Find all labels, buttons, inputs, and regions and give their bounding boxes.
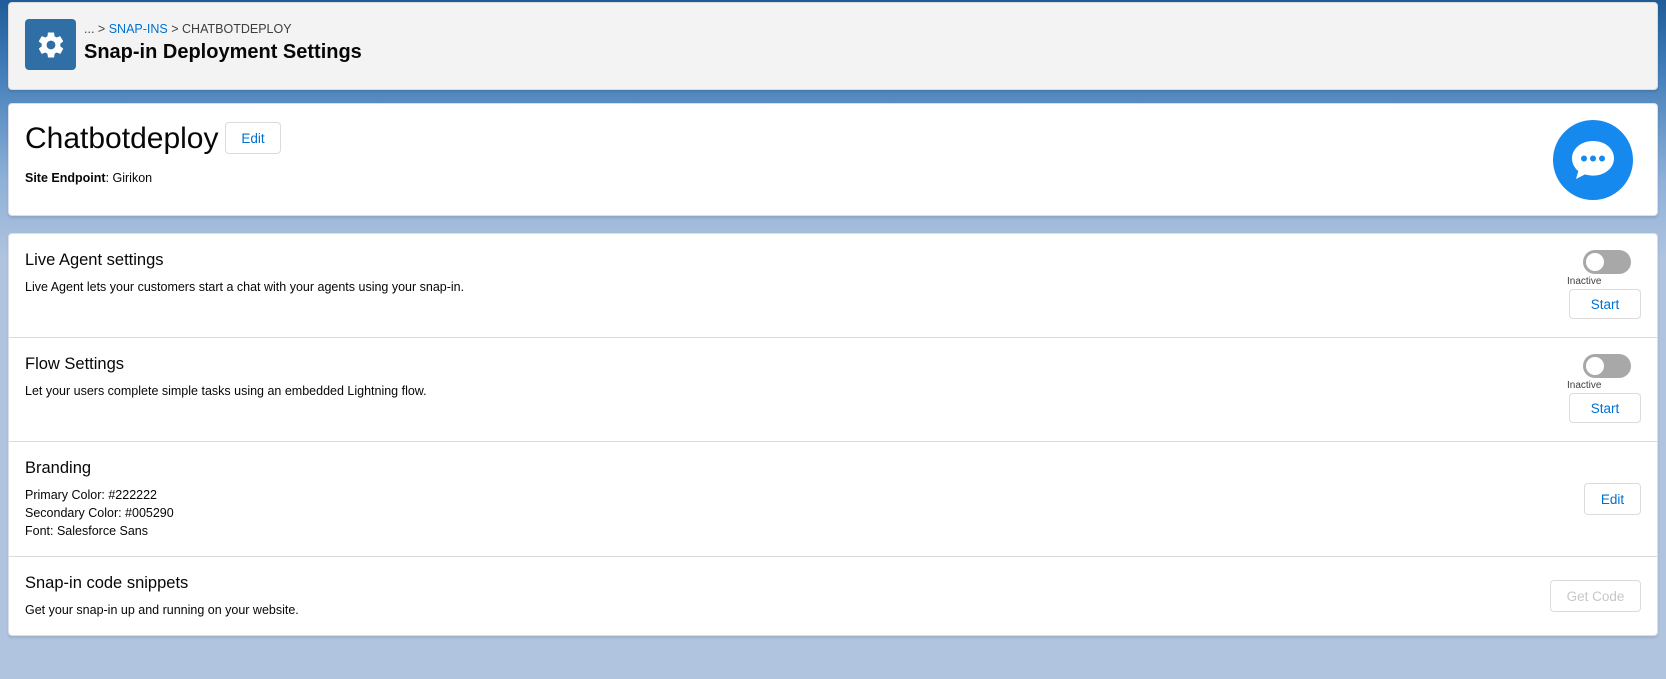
font-setting: Font: Salesforce Sans (25, 524, 148, 538)
breadcrumb-current: CHATBOTDEPLOY (182, 22, 292, 36)
breadcrumb-separator: > (97, 22, 106, 36)
status-label: Inactive (1567, 380, 1602, 391)
primary-color: Primary Color: #222222 (25, 488, 158, 502)
flow-start-button[interactable]: Start (1569, 393, 1641, 423)
secondary-color: Secondary Color: #005290 (25, 506, 174, 520)
get-code-button[interactable]: Get Code (1550, 580, 1641, 612)
page-header: ... > SNAP-INS > CHATBOTDEPLOY Snap-in D… (8, 2, 1658, 90)
status-label: Inactive (1567, 276, 1602, 287)
edit-record-button[interactable]: Edit (225, 122, 281, 154)
branding-edit-button[interactable]: Edit (1584, 483, 1641, 515)
section-description: Live Agent lets your customers start a c… (25, 280, 465, 294)
section-title: Branding (25, 459, 92, 477)
flow-toggle[interactable] (1583, 354, 1631, 378)
branding-section: Branding Primary Color: #222222 Secondar… (9, 442, 1657, 557)
site-endpoint-label: Site Endpoint (25, 171, 106, 185)
record-name: Chatbotdeploy (25, 122, 219, 155)
record-card: Chatbotdeploy Edit Site Endpoint: Giriko… (8, 103, 1658, 216)
page-title: Snap-in Deployment Settings (84, 41, 362, 63)
live-agent-toggle[interactable] (1583, 250, 1631, 274)
live-agent-section: Live Agent settings Live Agent lets your… (9, 234, 1657, 338)
breadcrumb-link-snap-ins[interactable]: SNAP-INS (109, 22, 168, 36)
chat-bubble-icon (1553, 120, 1633, 200)
section-title: Live Agent settings (25, 251, 164, 269)
section-title: Flow Settings (25, 355, 125, 373)
breadcrumb-ellipsis[interactable]: ... (84, 22, 94, 36)
breadcrumb: ... > SNAP-INS > CHATBOTDEPLOY (84, 22, 292, 36)
flow-section: Flow Settings Let your users complete si… (9, 338, 1657, 442)
gear-icon (25, 19, 76, 70)
breadcrumb-separator: > (171, 22, 179, 36)
settings-card: Live Agent settings Live Agent lets your… (8, 233, 1658, 636)
code-snippets-section: Snap-in code snippets Get your snap-in u… (9, 557, 1657, 637)
site-endpoint: Site Endpoint: Girikon (25, 171, 152, 185)
site-endpoint-value: : Girikon (105, 171, 153, 185)
section-title: Snap-in code snippets (25, 574, 189, 592)
section-description: Let your users complete simple tasks usi… (25, 384, 427, 398)
live-agent-start-button[interactable]: Start (1569, 289, 1641, 319)
section-description: Get your snap-in up and running on your … (25, 603, 299, 617)
